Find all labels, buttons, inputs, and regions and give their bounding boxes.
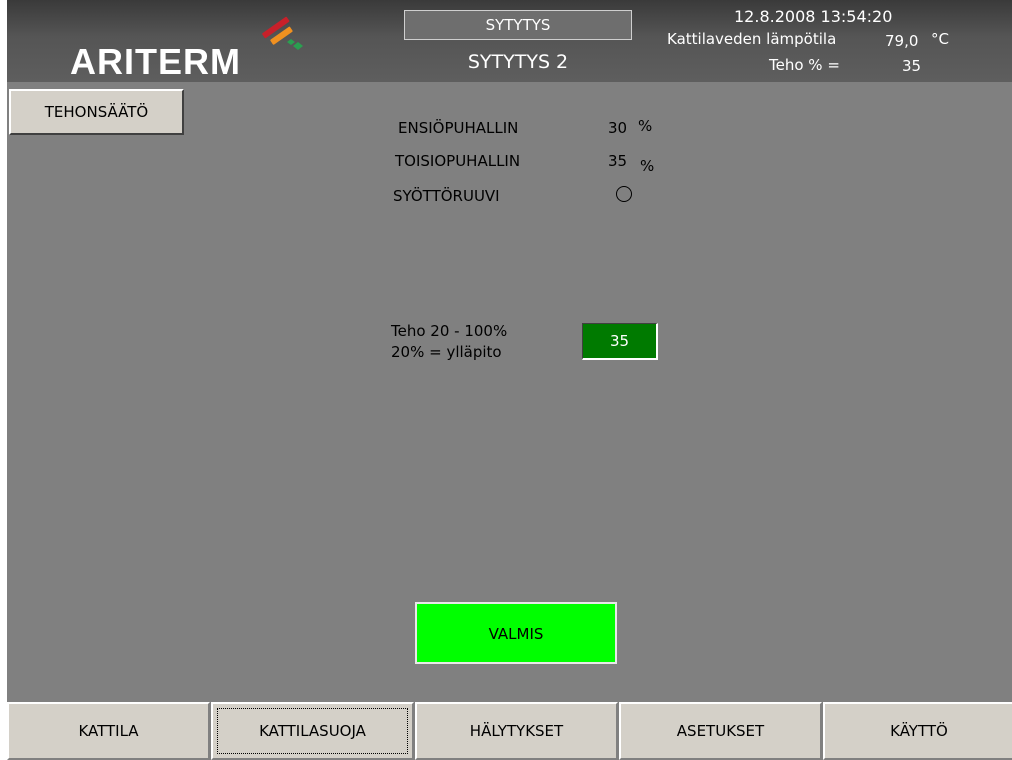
power-setpoint-input[interactable]: 35 [582, 323, 658, 360]
ariterm-logo-text: ARITERM [70, 41, 241, 82]
header: ARITERM SYTYTYS SYTYTYS 2 12.8.2008 13:5… [7, 0, 1012, 82]
app-frame: ARITERM SYTYTYS SYTYTYS 2 12.8.2008 13:5… [7, 0, 1012, 760]
feed-screw-label: SYÖTTÖRUUVI [393, 187, 500, 205]
nav-kaytto-label: KÄYTTÖ [890, 722, 948, 740]
tehonsaato-button[interactable]: TEHONSÄÄTÖ [9, 89, 184, 135]
nav-kattilasuoja[interactable]: KATTILASUOJA [211, 702, 414, 760]
water-temp-value: 79,0 [885, 32, 919, 50]
primary-fan-unit: % [638, 117, 653, 135]
power-label: Teho % = [769, 56, 840, 74]
nav-asetukset-label: ASETUKSET [676, 722, 765, 740]
nav-kaytto[interactable]: KÄYTTÖ [823, 702, 1012, 760]
primary-fan-value: 30 [608, 119, 628, 137]
ariterm-logo-icon [262, 16, 303, 50]
nav-kattila[interactable]: KATTILA [7, 702, 210, 760]
secondary-fan-value: 35 [608, 152, 628, 170]
secondary-fan-unit: % [640, 157, 655, 175]
mode-subtitle: SYTYTYS 2 [467, 51, 569, 73]
nav-asetukset[interactable]: ASETUKSET [619, 702, 822, 760]
bottom-navigation: KATTILA KATTILASUOJA HÄLYTYKSET ASETUKSE… [7, 702, 1012, 760]
power-value: 35 [902, 57, 922, 75]
nav-halytykset[interactable]: HÄLYTYKSET [415, 702, 618, 760]
feed-screw-status-indicator [616, 186, 632, 202]
nav-halytykset-label: HÄLYTYKSET [469, 722, 564, 740]
water-temp-unit: °C [931, 30, 949, 48]
secondary-fan-label: TOISIOPUHALLIN [395, 152, 521, 170]
mode-title: SYTYTYS [404, 10, 632, 40]
datetime: 12.8.2008 13:54:20 [734, 7, 893, 26]
maintenance-label: 20% = ylläpito [391, 343, 502, 361]
power-range-label: Teho 20 - 100% [391, 322, 508, 340]
water-temp-label: Kattilaveden lämpötila [667, 30, 837, 48]
nav-kattilasuoja-label: KATTILASUOJA [259, 722, 366, 740]
ready-button[interactable]: VALMIS [415, 602, 617, 664]
primary-fan-label: ENSIÖPUHALLIN [398, 119, 519, 137]
nav-kattila-label: KATTILA [78, 722, 139, 740]
